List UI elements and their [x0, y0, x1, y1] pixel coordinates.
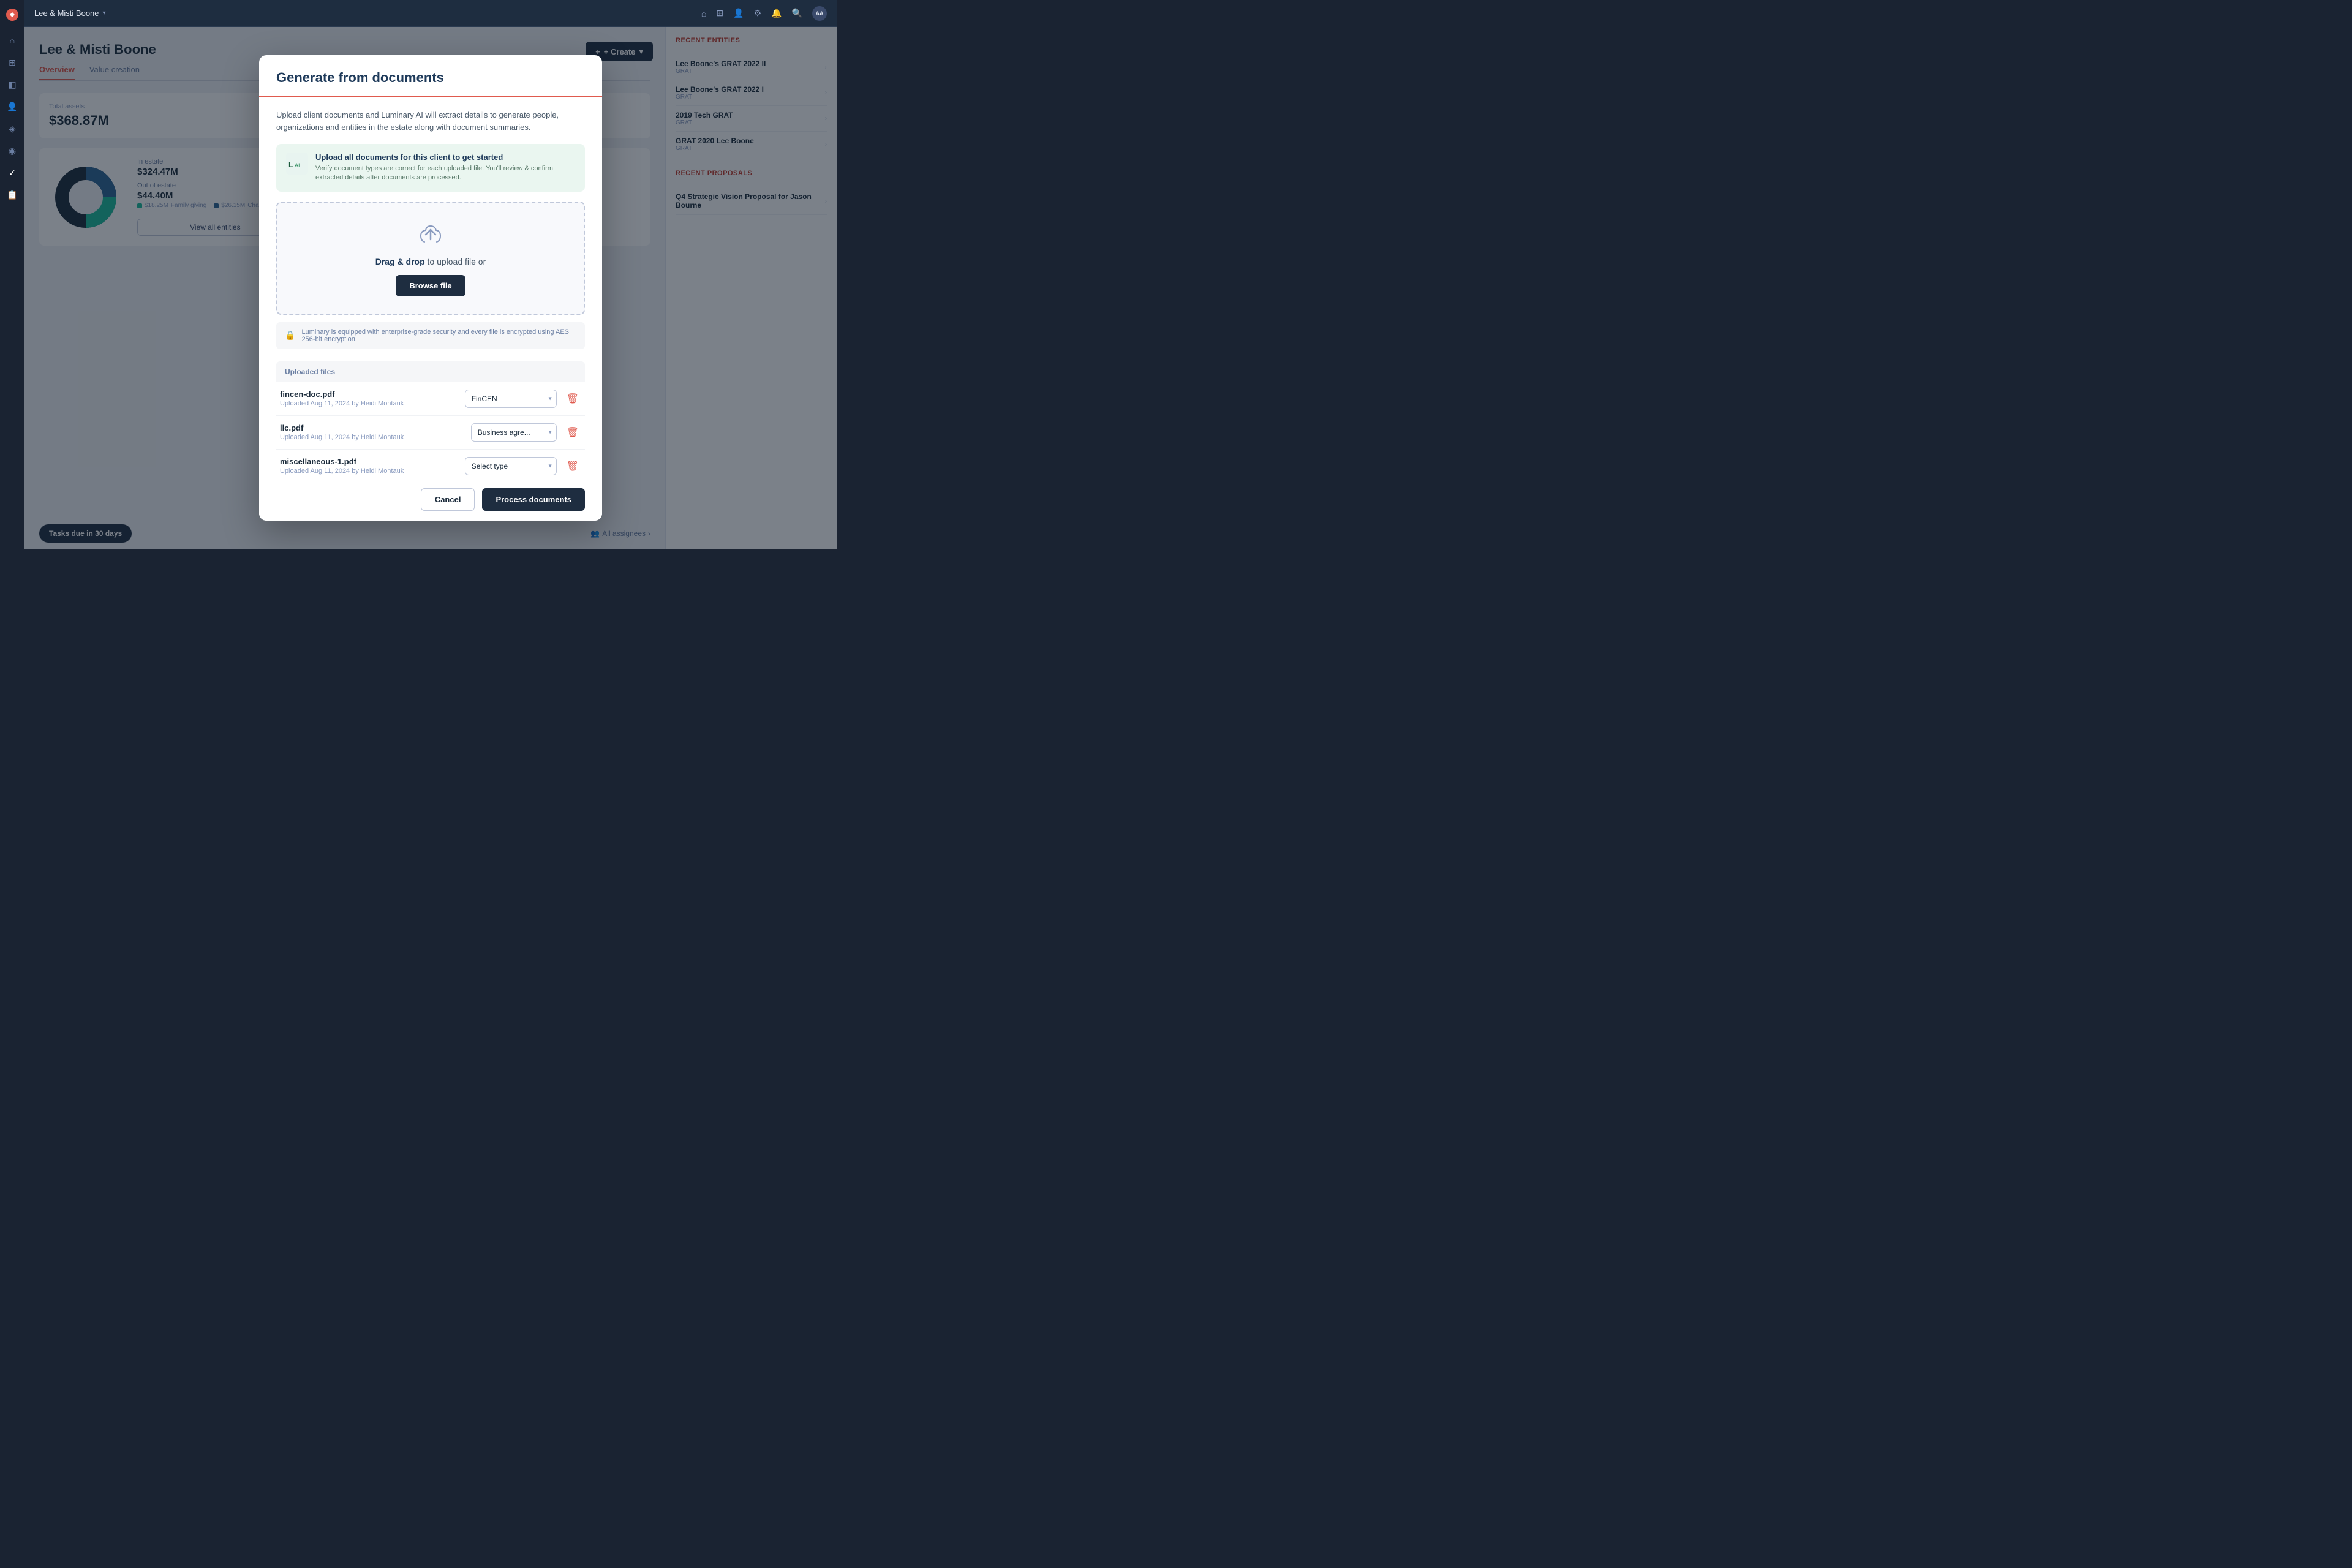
sidebar-icon-chat[interactable]: ◉	[4, 142, 21, 159]
main-content: Lee & Misti Boone Overview Value creatio…	[24, 27, 837, 549]
person-icon[interactable]: 👤	[733, 8, 744, 18]
topbar-icons: ⌂ ⊞ 👤 ⚙ 🔔 🔍 AA	[701, 6, 827, 21]
banner-title: Upload all documents for this client to …	[315, 153, 575, 162]
client-name: Lee & Misti Boone	[34, 9, 99, 18]
lock-icon: 🔒	[285, 330, 295, 341]
sidebar-icon-document[interactable]: ◧	[4, 76, 21, 93]
modal-body: Upload client documents and Luminary AI …	[259, 97, 602, 478]
modal-footer: Cancel Process documents	[259, 478, 602, 521]
file-item: miscellaneous-1.pdf Uploaded Aug 11, 202…	[276, 450, 585, 478]
file-item: fincen-doc.pdf Uploaded Aug 11, 2024 by …	[276, 382, 585, 416]
security-text: Luminary is equipped with enterprise-gra…	[301, 328, 576, 343]
svg-text:L: L	[288, 160, 293, 169]
file-name: fincen-doc.pdf	[280, 390, 458, 399]
security-note: 🔒 Luminary is equipped with enterprise-g…	[276, 322, 585, 349]
avatar: AA	[812, 6, 827, 21]
modal-overlay: Generate from documents Upload client do…	[24, 27, 837, 549]
banner-desc: Verify document types are correct for ea…	[315, 164, 575, 183]
file-meta: Uploaded Aug 11, 2024 by Heidi Montauk	[280, 467, 458, 475]
file-type-selector[interactable]: FinCEN Business agreement Trust document…	[465, 390, 557, 408]
app-logo	[5, 7, 20, 22]
topbar: Lee & Misti Boone ▾ ⌂ ⊞ 👤 ⚙ 🔔 🔍 AA	[24, 0, 837, 27]
file-meta: Uploaded Aug 11, 2024 by Heidi Montauk	[280, 400, 458, 407]
client-selector[interactable]: Lee & Misti Boone ▾	[34, 9, 106, 18]
svg-text:AI: AI	[295, 162, 300, 168]
file-type-select[interactable]: Select type FinCEN Business agreement Tr…	[465, 457, 557, 475]
upload-zone[interactable]: Drag & drop to upload file or Browse fil…	[276, 202, 585, 315]
file-name: llc.pdf	[280, 423, 464, 432]
home-icon[interactable]: ⌂	[701, 9, 706, 18]
delete-file-button[interactable]: 🗑	[564, 424, 581, 441]
files-header: Uploaded files	[276, 361, 585, 382]
upload-icon	[416, 220, 445, 249]
cancel-button[interactable]: Cancel	[421, 488, 475, 511]
chevron-down-icon: ▾	[103, 10, 106, 17]
file-type-selector[interactable]: Business agre... FinCEN Trust document T…	[471, 423, 557, 442]
process-documents-button[interactable]: Process documents	[482, 488, 585, 511]
grid-icon[interactable]: ⊞	[716, 8, 723, 18]
files-section: Uploaded files fincen-doc.pdf Uploaded A…	[276, 361, 585, 478]
sidebar: ⌂ ⊞ ◧ 👤 ◈ ◉ ✓ 📋	[0, 0, 24, 549]
bell-icon[interactable]: 🔔	[771, 8, 782, 18]
sidebar-icon-clipboard[interactable]: 📋	[4, 186, 21, 203]
delete-file-button[interactable]: 🗑	[564, 458, 581, 475]
sidebar-icon-map[interactable]: ◈	[4, 120, 21, 137]
modal-header: Generate from documents	[259, 55, 602, 97]
sidebar-icon-person[interactable]: 👤	[4, 98, 21, 115]
sidebar-icon-check[interactable]: ✓	[4, 164, 21, 181]
upload-text: Drag & drop to upload file or	[290, 257, 571, 266]
modal-title: Generate from documents	[276, 70, 585, 86]
sidebar-icon-layers[interactable]: ⊞	[4, 54, 21, 71]
file-meta: Uploaded Aug 11, 2024 by Heidi Montauk	[280, 434, 464, 441]
luminary-ai-logo: L AI	[286, 153, 308, 175]
gear-icon[interactable]: ⚙	[754, 8, 762, 18]
search-icon[interactable]: 🔍	[792, 8, 802, 18]
file-item: llc.pdf Uploaded Aug 11, 2024 by Heidi M…	[276, 416, 585, 450]
file-type-select[interactable]: FinCEN Business agreement Trust document…	[465, 390, 557, 408]
file-type-selector[interactable]: Select type FinCEN Business agreement Tr…	[465, 457, 557, 475]
modal-description: Upload client documents and Luminary AI …	[276, 109, 585, 133]
info-banner: L AI Upload all documents for this clien…	[276, 144, 585, 192]
delete-file-button[interactable]: 🗑	[564, 390, 581, 407]
browse-file-button[interactable]: Browse file	[396, 275, 465, 296]
file-type-select[interactable]: Business agre... FinCEN Trust document T…	[471, 423, 557, 442]
file-name: miscellaneous-1.pdf	[280, 457, 458, 466]
generate-documents-modal: Generate from documents Upload client do…	[259, 55, 602, 521]
sidebar-icon-home[interactable]: ⌂	[4, 32, 21, 49]
